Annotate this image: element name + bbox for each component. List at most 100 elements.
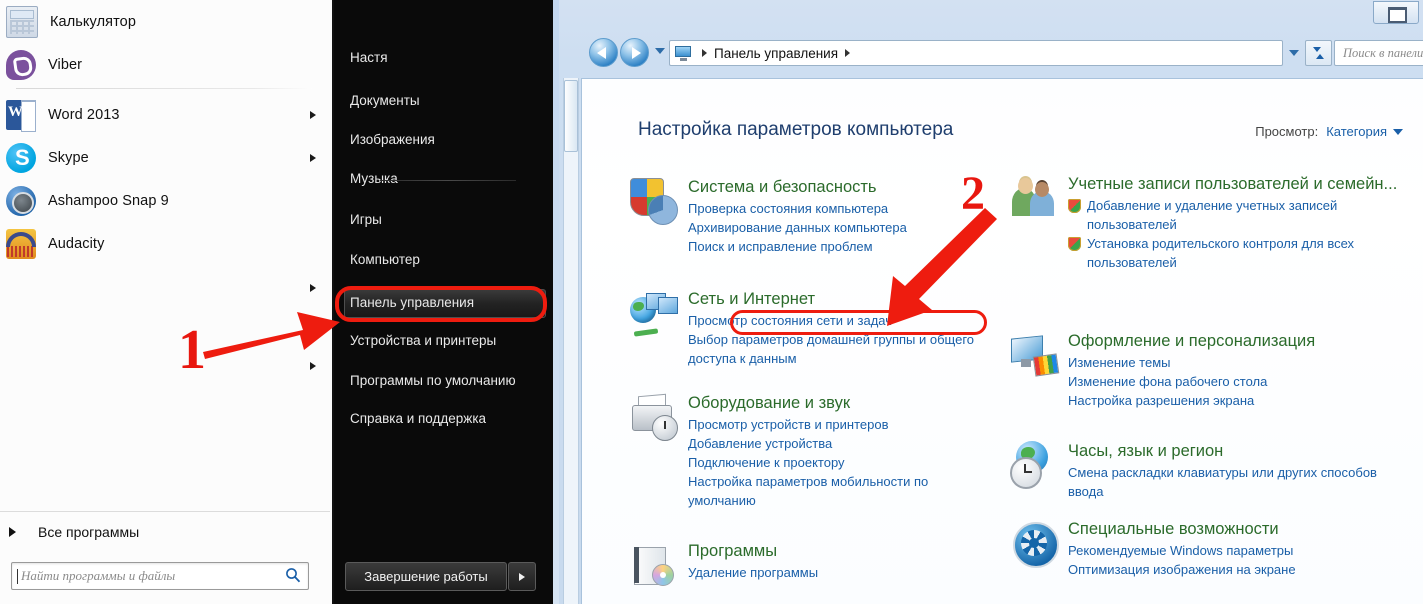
program-item-skype[interactable]: Skype bbox=[0, 136, 330, 179]
view-by-selector[interactable]: Просмотр: Категория bbox=[1255, 124, 1403, 139]
category-link[interactable]: Проверка состояния компьютера bbox=[688, 199, 907, 218]
sidebar-item-user[interactable]: Настя bbox=[344, 47, 542, 68]
category-link[interactable]: Настройка разрешения экрана bbox=[1068, 391, 1315, 410]
chevron-right-icon bbox=[310, 283, 316, 292]
category-link[interactable]: Добавление и удаление учетных записей по… bbox=[1068, 196, 1410, 234]
program-label: Ashampoo Snap 9 bbox=[48, 192, 169, 209]
chevron-right-icon bbox=[310, 110, 316, 119]
category-link[interactable]: Оптимизация изображения на экране bbox=[1068, 560, 1296, 579]
program-item-audacity[interactable]: Audacity bbox=[0, 222, 330, 265]
sidebar-item-label: Программы по умолчанию bbox=[350, 373, 516, 388]
refresh-icon[interactable] bbox=[1305, 40, 1332, 66]
back-arrow-icon[interactable] bbox=[589, 38, 618, 67]
category-link[interactable]: Рекомендуемые Windows параметры bbox=[1068, 541, 1296, 560]
sidebar-item-label: Документы bbox=[350, 93, 420, 108]
programs-box-icon bbox=[630, 541, 678, 589]
program-item-viber[interactable]: Viber bbox=[0, 43, 330, 86]
calculator-icon bbox=[6, 5, 38, 38]
sidebar-item-default-programs[interactable]: Программы по умолчанию bbox=[344, 370, 542, 391]
category-link[interactable]: Поиск и исправление проблем bbox=[688, 237, 907, 256]
sidebar-item-label: Компьютер bbox=[350, 252, 420, 267]
sidebar-item-devices-and-printers[interactable]: Устройства и принтеры bbox=[344, 330, 542, 351]
category-hardware-and-sound: Оборудование и звук Просмотр устройств и… bbox=[630, 393, 975, 510]
category-link[interactable]: Выбор параметров домашней группы и общег… bbox=[688, 330, 975, 368]
category-title[interactable]: Учетные записи пользователей и семейн... bbox=[1068, 174, 1410, 195]
start-menu-search-input[interactable]: Найти программы и файлы bbox=[11, 562, 309, 590]
program-item-ashampoo-snap-9[interactable]: Ashampoo Snap 9 bbox=[0, 179, 330, 222]
category-title[interactable]: Программы bbox=[688, 541, 818, 562]
sidebar-item-pictures[interactable]: Изображения bbox=[344, 129, 542, 150]
category-ease-of-access: Специальные возможности Рекомендуемые Wi… bbox=[1010, 519, 1410, 579]
chevron-right-icon bbox=[519, 572, 525, 581]
network-globe-icon bbox=[630, 289, 678, 337]
category-link[interactable]: Просмотр устройств и принтеров bbox=[688, 415, 975, 434]
view-by-value[interactable]: Категория bbox=[1326, 124, 1387, 139]
chevron-right-icon bbox=[9, 527, 16, 537]
sidebar-item-music[interactable]: Музыка bbox=[344, 168, 542, 189]
category-link[interactable]: Архивирование данных компьютера bbox=[688, 218, 907, 237]
navigation-bar: Панель управления Поиск в панели управле… bbox=[589, 38, 1423, 68]
sidebar-item-computer[interactable]: Компьютер bbox=[344, 249, 542, 270]
category-link[interactable]: Изменение темы bbox=[1068, 353, 1315, 372]
category-clock-language-region: Часы, язык и регион Смена раскладки клав… bbox=[1010, 441, 1410, 501]
title-bar bbox=[559, 0, 1423, 32]
shutdown-label: Завершение работы bbox=[364, 569, 488, 584]
program-item-word-2013[interactable]: Word 2013 bbox=[0, 93, 330, 136]
appearance-monitor-icon bbox=[1010, 331, 1060, 379]
chevron-down-icon[interactable] bbox=[1289, 50, 1299, 56]
sidebar-item-label: Настя bbox=[350, 50, 388, 65]
category-title[interactable]: Оборудование и звук bbox=[688, 393, 975, 414]
shutdown-options-button[interactable] bbox=[508, 562, 536, 591]
sidebar-item-label: Справка и поддержка bbox=[350, 411, 487, 426]
program-item-blank-1[interactable] bbox=[0, 266, 330, 309]
breadcrumb[interactable]: Панель управления bbox=[714, 46, 838, 61]
sidebar-item-label: Музыка bbox=[350, 171, 398, 186]
category-link[interactable]: Смена раскладки клавиатуры или других сп… bbox=[1068, 463, 1410, 501]
category-link[interactable]: Установка родительского контроля для все… bbox=[1068, 234, 1410, 272]
chevron-right-icon bbox=[310, 153, 316, 162]
accessibility-icon bbox=[1010, 519, 1059, 568]
search-icon bbox=[286, 568, 301, 583]
control-panel-search-input[interactable]: Поиск в панели управления bbox=[1334, 40, 1423, 66]
category-link[interactable]: Добавление устройства bbox=[688, 434, 975, 453]
shutdown-button[interactable]: Завершение работы bbox=[345, 562, 507, 591]
chevron-down-icon bbox=[1393, 128, 1403, 135]
word-icon bbox=[6, 99, 36, 132]
category-link[interactable]: Изменение фона рабочего стола bbox=[1068, 372, 1315, 391]
vertical-scrollbar[interactable] bbox=[563, 78, 579, 604]
clock-region-icon bbox=[1010, 441, 1058, 489]
sidebar-item-games[interactable]: Игры bbox=[344, 209, 542, 230]
category-title[interactable]: Оформление и персонализация bbox=[1068, 331, 1315, 352]
category-programs: Программы Удаление программы bbox=[630, 541, 975, 589]
address-bar[interactable]: Панель управления bbox=[669, 40, 1283, 66]
program-item-blank-2[interactable] bbox=[0, 344, 330, 387]
pinned-programs-list: Калькулятор Viber Word 2013 Skype Ashamp… bbox=[0, 0, 330, 533]
forward-arrow-icon[interactable] bbox=[620, 38, 649, 67]
restore-window-icon[interactable] bbox=[1373, 1, 1419, 24]
start-menu-left-pane: Калькулятор Viber Word 2013 Skype Ashamp… bbox=[0, 0, 334, 604]
category-title[interactable]: Сеть и Интернет bbox=[688, 289, 975, 310]
program-item-calculator[interactable]: Калькулятор bbox=[0, 0, 330, 43]
all-programs-button[interactable]: Все программы bbox=[0, 511, 330, 552]
program-label: Калькулятор bbox=[50, 13, 136, 30]
category-title[interactable]: Часы, язык и регион bbox=[1068, 441, 1410, 462]
menu-divider bbox=[380, 180, 516, 181]
category-link[interactable]: Удаление программы bbox=[688, 563, 818, 582]
search-placeholder: Найти программы и файлы bbox=[21, 568, 176, 583]
breadcrumb-separator-icon bbox=[845, 49, 851, 57]
control-panel-icon bbox=[675, 45, 692, 61]
scrollbar-thumb[interactable] bbox=[564, 80, 578, 152]
sidebar-item-help-and-support[interactable]: Справка и поддержка bbox=[344, 408, 542, 429]
sidebar-item-documents[interactable]: Документы bbox=[344, 90, 542, 111]
category-link[interactable]: Настройка параметров мобильности по умол… bbox=[688, 472, 975, 510]
chevron-down-icon[interactable] bbox=[655, 48, 665, 54]
category-title[interactable]: Специальные возможности bbox=[1068, 519, 1296, 540]
annotation-highlight-network-status bbox=[730, 310, 987, 335]
search-placeholder: Поиск в панели управления bbox=[1343, 45, 1423, 60]
breadcrumb-separator-icon bbox=[702, 49, 707, 57]
category-title[interactable]: Система и безопасность bbox=[688, 177, 907, 198]
category-link[interactable]: Подключение к проектору bbox=[688, 453, 975, 472]
category-system-and-security: Система и безопасность Проверка состояни… bbox=[630, 177, 970, 256]
program-label: Viber bbox=[48, 56, 83, 73]
program-label: Skype bbox=[48, 149, 89, 166]
